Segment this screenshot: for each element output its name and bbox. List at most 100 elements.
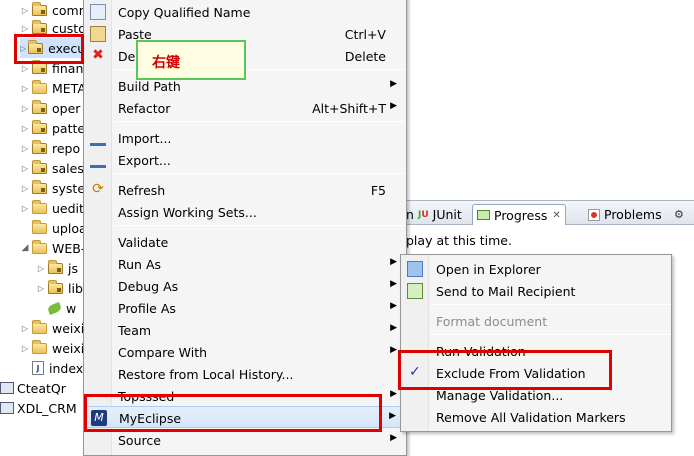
tree-item[interactable]: ▷ META <box>20 78 84 98</box>
submenu-arrow-icon: ▶ <box>389 411 396 421</box>
package-folder-icon <box>32 99 47 114</box>
highlight-box-myeclipse <box>84 394 382 432</box>
package-folder-icon <box>32 159 47 174</box>
expand-arrow-icon[interactable]: ▷ <box>20 344 30 353</box>
project-explorer-tree: ▷ comr ▷ custo ▷ execu ▷ finan ▷ META ▷ … <box>0 0 84 452</box>
expand-arrow-icon[interactable]: ▷ <box>20 324 30 333</box>
menu-item-source[interactable]: Source ▶ <box>84 429 406 451</box>
tree-item[interactable]: ▷ comr <box>20 0 84 20</box>
menu-item-profile-as[interactable]: Profile As ▶ <box>84 297 406 319</box>
expand-arrow-icon[interactable]: ▷ <box>20 124 30 133</box>
progress-status-text: play at this time. <box>406 233 512 248</box>
tree-item[interactable]: XDL_CRM <box>0 398 77 418</box>
menu-item-assign-working-sets[interactable]: Assign Working Sets... <box>84 201 406 223</box>
submenu-arrow-icon: ▶ <box>390 323 397 333</box>
tab-progress[interactable]: Progress ✕ <box>472 204 566 225</box>
menu-separator <box>114 173 404 174</box>
expand-arrow-icon[interactable]: ▷ <box>20 164 30 173</box>
problems-icon <box>588 208 600 221</box>
leaf-file-icon <box>46 301 63 315</box>
tree-item[interactable]: w <box>36 298 76 318</box>
tab-problems[interactable]: Problems <box>588 204 662 225</box>
tree-item[interactable]: uploa <box>20 218 84 238</box>
tree-item[interactable]: ▷ patte <box>20 118 84 138</box>
expand-arrow-icon[interactable]: ▷ <box>20 24 30 33</box>
tree-item[interactable]: ▷ uedit <box>20 198 84 218</box>
view-menu-icon[interactable]: ⚙ <box>674 204 684 225</box>
menu-item-import[interactable]: Import... <box>84 127 406 149</box>
submenu-item-remove-validation-markers[interactable]: Remove All Validation Markers <box>401 406 671 428</box>
tree-item[interactable]: ▷ sales <box>20 158 84 178</box>
highlight-box-exclude-validation <box>398 350 612 390</box>
submenu-item-open-in-explorer[interactable]: Open in Explorer <box>401 258 671 280</box>
tree-item[interactable]: CteatQr <box>0 378 66 398</box>
paste-icon <box>90 26 106 42</box>
submenu-arrow-icon: ▶ <box>390 389 397 399</box>
menu-item-debug-as[interactable]: Debug As ▶ <box>84 275 406 297</box>
close-icon[interactable]: ✕ <box>552 210 560 221</box>
tree-item[interactable]: ▷ oper <box>20 98 80 118</box>
mail-icon <box>407 283 423 299</box>
open-folder-icon <box>407 261 423 277</box>
menu-separator <box>114 121 404 122</box>
folder-icon <box>32 239 47 254</box>
menu-item-team[interactable]: Team ▶ <box>84 319 406 341</box>
expand-arrow-icon[interactable]: ▷ <box>20 204 30 213</box>
menu-item-run-as[interactable]: Run As ▶ <box>84 253 406 275</box>
package-folder-icon <box>32 179 47 194</box>
submenu-arrow-icon: ▶ <box>390 301 397 311</box>
expand-arrow-icon[interactable]: ▷ <box>36 284 46 293</box>
tree-item[interactable]: ▷ weixi <box>20 338 84 358</box>
submenu-arrow-icon: ▶ <box>390 345 397 355</box>
tab-junit[interactable]: JU JUnit <box>418 204 462 225</box>
folder-icon <box>32 199 47 214</box>
submenu-item-send-to-mail[interactable]: Send to Mail Recipient <box>401 280 671 302</box>
menu-item-refresh[interactable]: ⟳ Refresh F5 <box>84 179 406 201</box>
menu-separator <box>114 225 404 226</box>
package-folder-icon <box>32 59 47 74</box>
expand-arrow-icon[interactable]: ▷ <box>20 6 30 15</box>
menu-item-validate[interactable]: Validate <box>84 231 406 253</box>
expand-arrow-icon[interactable]: ▷ <box>20 84 30 93</box>
expand-arrow-icon[interactable]: ▷ <box>20 104 30 113</box>
expand-arrow-icon[interactable]: ▷ <box>20 184 30 193</box>
project-icon <box>0 402 14 414</box>
tree-item[interactable]: ▷ weixi <box>20 318 84 338</box>
menu-separator <box>431 304 671 305</box>
refresh-icon: ⟳ <box>92 181 104 197</box>
submenu-arrow-icon: ▶ <box>390 101 397 111</box>
collapse-arrow-icon[interactable]: ◢ <box>20 243 30 253</box>
menu-item-refactor[interactable]: Refactor Alt+Shift+T ▶ <box>84 97 406 119</box>
highlight-box-tree-item <box>14 34 84 64</box>
tree-item[interactable]: J index <box>32 358 83 378</box>
menu-item-restore-local-history[interactable]: Restore from Local History... <box>84 363 406 385</box>
package-folder-icon <box>32 1 47 16</box>
menu-separator <box>431 334 671 335</box>
junit-icon: JU <box>418 209 429 220</box>
package-folder-icon <box>32 139 47 154</box>
tree-item[interactable]: ◢ WEB- <box>20 238 84 258</box>
menu-item-export[interactable]: Export... <box>84 149 406 171</box>
menu-item-compare-with[interactable]: Compare With ▶ <box>84 341 406 363</box>
tab-console[interactable]: n <box>406 204 414 225</box>
tree-item[interactable]: ▷ lib <box>36 278 83 298</box>
expand-arrow-icon[interactable]: ▷ <box>20 64 30 73</box>
submenu-arrow-icon: ▶ <box>390 279 397 289</box>
progress-icon <box>477 210 490 220</box>
tree-item[interactable]: ▷ repo <box>20 138 80 158</box>
menu-item-copy-qualified-name[interactable]: Copy Qualified Name <box>84 1 406 23</box>
folder-icon <box>32 219 47 234</box>
folder-icon <box>32 319 47 334</box>
expand-arrow-icon[interactable]: ▷ <box>36 264 46 273</box>
folder-icon <box>32 79 47 94</box>
tree-item[interactable]: ▷ js <box>36 258 78 278</box>
package-folder-icon <box>48 279 63 294</box>
copy-icon <box>90 4 106 20</box>
jsp-file-icon: J <box>32 361 44 375</box>
expand-arrow-icon[interactable]: ▷ <box>20 144 30 153</box>
tree-item[interactable]: ▷ syste <box>20 178 84 198</box>
project-icon <box>0 382 14 394</box>
submenu-arrow-icon: ▶ <box>390 433 397 443</box>
package-folder-icon <box>32 19 47 34</box>
myeclipse-submenu: Open in Explorer Send to Mail Recipient … <box>400 254 672 432</box>
